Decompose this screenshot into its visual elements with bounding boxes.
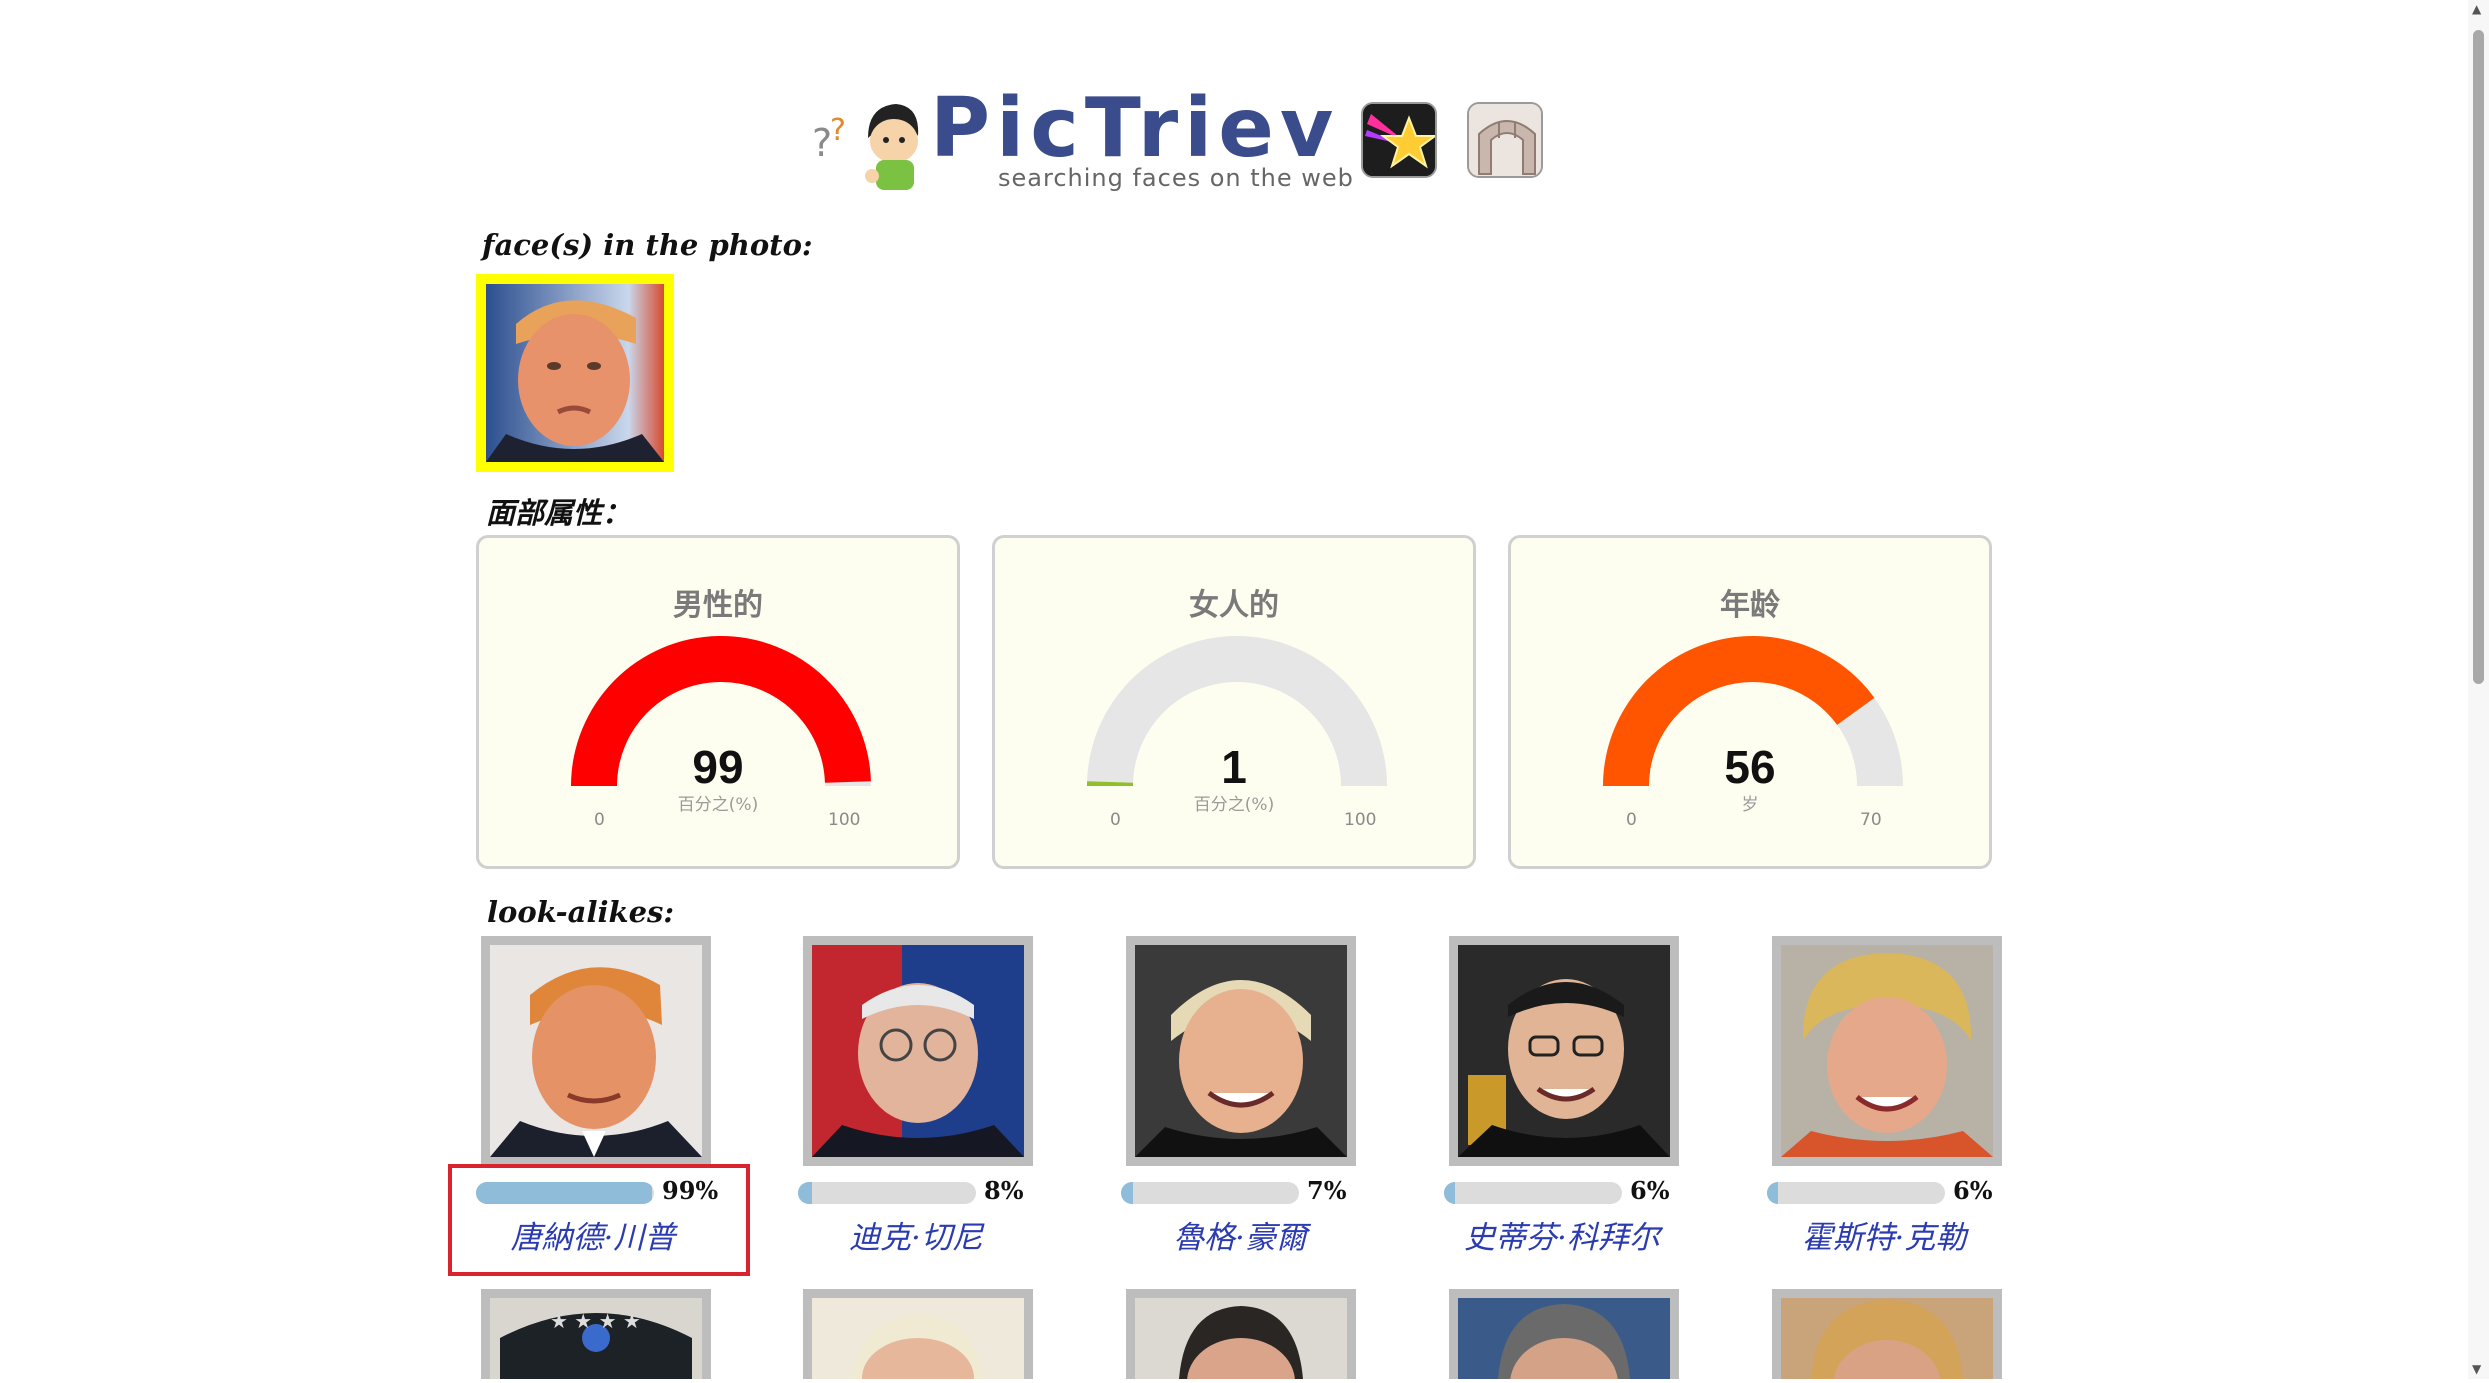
gauge-value: 1 (1221, 741, 1247, 793)
lookalike-thumbnail[interactable]: ★ ★ ★ ★ (481, 1289, 711, 1379)
faces-section-label: face(s) in the photo: (482, 228, 813, 262)
similarity-bar-fill (1121, 1182, 1134, 1204)
lookalikes-section-label: look-alikes: (487, 895, 675, 929)
celebrity-star-button[interactable] (1361, 102, 1437, 178)
gauge-arc (571, 635, 871, 786)
lookalike-name-link[interactable]: 史蒂芬·科拜尔 (1402, 1212, 1722, 1257)
gauge-min: 0 (1626, 810, 1637, 830)
lookalike-photo (1781, 1298, 1993, 1383)
similarity-bar (1121, 1182, 1299, 1204)
lookalike-name-link[interactable]: 霍斯特·克勒 (1724, 1212, 2044, 1257)
similarity-percent: 8% (984, 1176, 1024, 1205)
lookalike-thumbnail[interactable] (1449, 936, 1679, 1166)
lookalike-photo (812, 945, 1024, 1157)
gauge-min: 0 (1110, 810, 1121, 830)
scroll-up-arrow-icon[interactable]: ▲ (2472, 2, 2481, 16)
gauge-max: 100 (1344, 810, 1377, 830)
logo-subtitle: searching faces on the web (998, 164, 1354, 192)
lookalike-photo (1781, 945, 1993, 1157)
lookalike-photo (812, 1298, 1024, 1383)
similarity-percent: 7% (1307, 1176, 1347, 1205)
lookalike-photo (1135, 945, 1347, 1157)
boy-mascot-icon: ? ? (812, 104, 919, 190)
lookalike-photo (490, 945, 702, 1157)
scroll-down-arrow-icon[interactable]: ▼ (2472, 1362, 2481, 1376)
similarity-bar-fill (1767, 1182, 1778, 1204)
pictriev-logo[interactable]: ? ? PicTriev searching faces on the web (810, 80, 1353, 200)
gauge-arc (1603, 635, 1903, 786)
similarity-percent: 6% (1630, 1176, 1670, 1205)
arch-icon (1469, 104, 1541, 176)
lookalike-photo: ★ ★ ★ ★ (490, 1298, 702, 1379)
lookalike-photo (1458, 1298, 1670, 1383)
face-compare-button[interactable] (1467, 102, 1543, 178)
top-match-highlight-box (448, 1164, 750, 1276)
lookalike-photo (1135, 1298, 1347, 1383)
lookalike-thumbnail[interactable] (481, 936, 711, 1166)
gauge-unit: 岁 (1741, 795, 1759, 815)
gauge-max: 100 (828, 810, 861, 830)
gauge-value: 99 (692, 741, 744, 793)
gauge-min: 0 (594, 810, 605, 830)
gauge-max: 70 (1860, 810, 1882, 830)
scrollbar-thumb[interactable] (2473, 30, 2484, 684)
lookalike-name-link[interactable]: 迪克·切尼 (756, 1212, 1076, 1257)
logo-title: PicTriev (930, 81, 1340, 176)
lookalike-photo (1458, 945, 1670, 1157)
gauge-age: 年龄 56 岁 0 70 (1508, 535, 1992, 869)
similarity-bar (798, 1182, 976, 1204)
attributes-section-label: 面部属性： (486, 496, 632, 530)
gauge-female: 女人的 1 百分之(%) 0 100 (992, 535, 1476, 869)
lookalike-thumbnail[interactable] (803, 1289, 1033, 1383)
svg-text:?: ? (830, 113, 846, 148)
similarity-bar (1444, 1182, 1622, 1204)
svg-text:★ ★ ★ ★: ★ ★ ★ ★ (550, 1309, 641, 1333)
gauge-value: 56 (1724, 741, 1776, 793)
similarity-bar-fill (798, 1182, 813, 1204)
gauge-unit: 百分之(%) (677, 795, 759, 815)
lookalike-thumbnail[interactable] (803, 936, 1033, 1166)
lookalike-thumbnail[interactable] (1126, 1289, 1356, 1383)
face-photo (486, 284, 664, 462)
similarity-percent: 6% (1953, 1176, 1993, 1205)
lookalike-thumbnail[interactable] (1772, 936, 2002, 1166)
gauge-unit: 百分之(%) (1193, 795, 1275, 815)
shooting-star-icon (1363, 104, 1435, 176)
similarity-bar-fill (1444, 1182, 1455, 1204)
lookalike-thumbnail[interactable] (1772, 1289, 2002, 1383)
gauge-male: 男性的 99 百分之(%) 0 100 (476, 535, 960, 869)
detected-face-thumbnail[interactable] (476, 274, 674, 472)
lookalike-thumbnail[interactable] (1126, 936, 1356, 1166)
lookalike-thumbnail[interactable] (1449, 1289, 1679, 1383)
similarity-bar (1767, 1182, 1945, 1204)
lookalike-name-link[interactable]: 魯格·豪爾 (1080, 1212, 1400, 1257)
gauge-arc (1087, 635, 1387, 786)
